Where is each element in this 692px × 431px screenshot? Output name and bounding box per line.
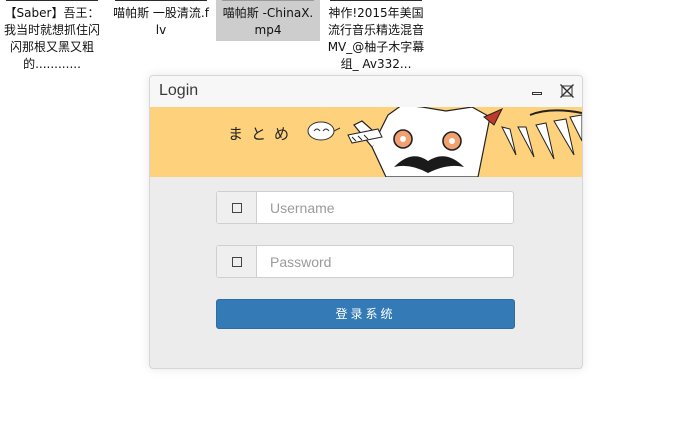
- minimize-button[interactable]: [530, 83, 546, 99]
- close-button[interactable]: [559, 83, 575, 99]
- file-caption: 【Saber】吾王：我当时就想抓住闪闪那根又黑又粗的............: [3, 6, 100, 71]
- lock-icon: [232, 257, 242, 267]
- file-caption: 喵帕斯 -ChinaX.mp4: [222, 6, 314, 37]
- file-caption: 神作!2015年美国流行音乐精选混音MV_@柚子木字幕组_ Av332...: [327, 6, 425, 71]
- banner-illustration: まとめ: [150, 107, 582, 177]
- desktop-file-item[interactable]: 神作!2015年美国流行音乐精选混音MV_@柚子木字幕组_ Av332...: [324, 0, 428, 72]
- login-banner: まとめ: [150, 107, 582, 177]
- desktop-file-item[interactable]: 喵帕斯 一股清流.flv: [109, 0, 213, 72]
- dialog-titlebar[interactable]: Login: [150, 76, 582, 107]
- file-caption: 喵帕斯 一股清流.flv: [113, 6, 209, 37]
- password-addon: [217, 246, 257, 277]
- password-input[interactable]: [257, 246, 512, 277]
- username-field: [216, 191, 514, 224]
- dialog-title: Login: [159, 82, 199, 99]
- user-icon: [232, 203, 242, 213]
- file-thumbnail-edge: [222, 0, 314, 1]
- close-icon: [560, 84, 574, 98]
- banner-text: まとめ: [228, 125, 297, 143]
- file-thumbnail-edge: [6, 0, 98, 1]
- password-field: [216, 245, 514, 278]
- file-thumbnail-edge: [330, 0, 422, 1]
- username-input[interactable]: [257, 192, 512, 223]
- file-thumbnail-edge: [115, 0, 207, 1]
- desktop: 【Saber】吾王：我当时就想抓住闪闪那根又黑又粗的............ 喵…: [0, 0, 692, 431]
- desktop-file-item[interactable]: 【Saber】吾王：我当时就想抓住闪闪那根又黑又粗的............: [0, 0, 104, 72]
- login-dialog: Login まとめ Username 登录系统: [149, 75, 583, 369]
- minimize-icon: [532, 92, 542, 95]
- desktop-file-item-selected[interactable]: 喵帕斯 -ChinaX.mp4: [216, 0, 320, 41]
- username-addon: [217, 192, 257, 223]
- login-button[interactable]: 登录系统: [216, 299, 515, 329]
